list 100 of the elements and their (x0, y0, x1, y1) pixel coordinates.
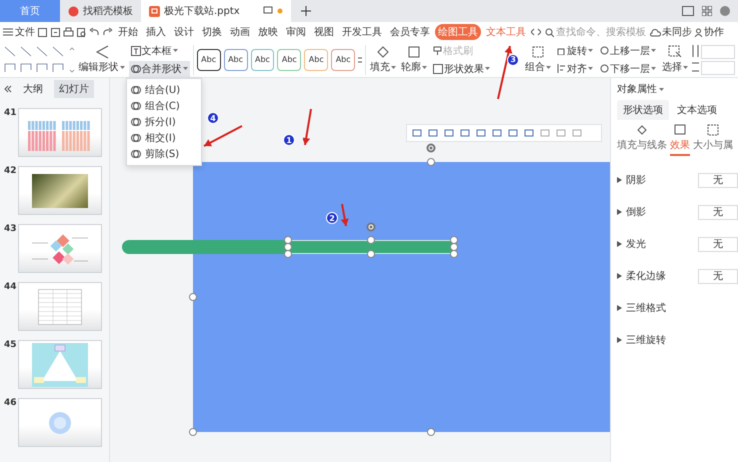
group-button[interactable]: 组合 (524, 45, 552, 74)
property-label[interactable]: 倒影 (626, 205, 694, 219)
file-menu[interactable]: 文件 (15, 25, 35, 39)
outline-button[interactable]: 轮廓 (400, 45, 428, 74)
rotate-handle-icon[interactable] (426, 143, 436, 153)
menu-tab[interactable]: 动画 (227, 24, 253, 40)
annotation-arrow (204, 125, 242, 147)
resize-handle-icon[interactable] (189, 428, 197, 436)
height-field[interactable] (701, 44, 735, 58)
menu-item[interactable]: 结合(U) (127, 82, 201, 98)
property-label[interactable]: 阴影 (626, 173, 694, 187)
glowing-circle-drawing (48, 410, 72, 434)
plus-icon (301, 6, 311, 16)
shape-style-swatch[interactable]: Abc (331, 48, 356, 70)
property-dropdown[interactable]: 无 (698, 268, 738, 284)
menu-tab[interactable]: 开始 (115, 24, 141, 40)
menu-item[interactable]: 组合(C) (127, 98, 201, 114)
property-label[interactable]: 发光 (626, 237, 694, 251)
caret-icon (588, 49, 593, 52)
slide-number: 44 (4, 282, 14, 294)
property-label[interactable]: 三维格式 (626, 301, 738, 315)
property-tab[interactable]: 大小与属 (693, 124, 733, 156)
bring-forward-button[interactable]: 上移一层 (598, 42, 658, 58)
photo-placeholder (32, 174, 88, 208)
step-marker: 3 (507, 54, 520, 66)
expand-arrow-icon (617, 209, 622, 215)
expand-arrow-icon (617, 177, 622, 183)
triangle-diagram-drawing (32, 342, 88, 386)
expand-arrow-icon (617, 273, 622, 279)
shape-effects-button[interactable]: 形状效果 (431, 60, 492, 76)
paint-bucket-icon (376, 45, 390, 59)
step-marker: 1 (283, 134, 295, 146)
slide-thumbnail[interactable] (18, 282, 102, 331)
slide-thumbnail[interactable] (18, 166, 102, 215)
height-icon (692, 44, 699, 56)
property-tab[interactable]: 填充与线条 (617, 124, 667, 156)
menu-item[interactable]: 拆分(I) (127, 114, 201, 130)
property-dropdown[interactable]: 无 (698, 204, 738, 220)
property-label[interactable]: 柔化边缘 (626, 269, 694, 283)
width-field[interactable] (701, 60, 735, 74)
property-label[interactable]: 三维旋转 (626, 333, 738, 347)
shape-effects-icon (433, 64, 444, 74)
menu-tab[interactable]: 插入 (143, 24, 169, 40)
menu-tab[interactable]: 设计 (171, 24, 197, 40)
outline-icon (407, 45, 422, 59)
options-tab[interactable]: 形状选项 (617, 100, 669, 120)
menu-tab[interactable]: 开发工具 (339, 24, 385, 40)
merge-shapes-button[interactable]: 合并形状 (128, 60, 190, 76)
avatar-icon (720, 6, 730, 16)
property-tab[interactable]: 效果 (670, 124, 690, 156)
panel-tab[interactable]: 幻灯片 (54, 80, 94, 98)
fill-button[interactable]: 填充 (369, 45, 398, 74)
size-icon (707, 124, 719, 136)
menu-tab[interactable]: 视图 (311, 24, 337, 40)
caret-icon (172, 49, 178, 52)
caret-icon (422, 66, 428, 68)
document-tab[interactable]: 极光下载站.pptx (141, 0, 291, 22)
resize-handle-icon[interactable] (427, 428, 435, 436)
caret-icon (485, 67, 490, 70)
slide-thumbnail[interactable] (18, 108, 102, 157)
collaborate-button[interactable]: 协作 (694, 25, 724, 39)
property-dropdown[interactable]: 无 (698, 236, 738, 252)
unsaved-dot-icon (277, 8, 283, 14)
paint-bucket-icon (636, 124, 648, 136)
rotate-button[interactable]: 旋转 (555, 42, 595, 58)
annotation-arrow (497, 45, 512, 99)
caret-icon (588, 67, 593, 70)
options-tab[interactable]: 文本选项 (671, 100, 723, 120)
send-backward-button[interactable]: 下移一层 (598, 60, 658, 76)
line-shapes-gallery[interactable] (3, 44, 75, 76)
edit-shape-button[interactable]: 编辑形状 (78, 45, 126, 74)
menu-item[interactable]: 剪除(S) (127, 146, 201, 162)
menu-tab[interactable]: 审阅 (283, 24, 309, 40)
shape-style-swatch[interactable]: Abc (196, 48, 221, 70)
menu-tab[interactable]: 放映 (255, 24, 281, 40)
sync-button[interactable]: 未同步 (650, 25, 692, 39)
save-icon (37, 26, 48, 38)
shape-style-swatch[interactable]: Abc (250, 48, 274, 70)
menu-item[interactable]: 相交(I) (127, 130, 201, 146)
select-button[interactable]: 选择 (661, 45, 689, 74)
expand-arrow-icon (617, 305, 622, 311)
shape-style-swatch[interactable]: Abc (277, 48, 302, 70)
menu-tab[interactable]: 切换 (199, 24, 225, 40)
more-icon (358, 54, 362, 64)
panel-tab[interactable]: 大纲 (18, 80, 48, 98)
resize-handle-icon[interactable] (427, 158, 435, 166)
slide-thumbnail[interactable] (18, 224, 102, 273)
align-button[interactable]: 对齐 (555, 60, 595, 76)
text-box-button[interactable]: 文本框 (128, 42, 190, 58)
rotate-handle-icon[interactable] (366, 222, 376, 232)
caret-icon (651, 49, 656, 52)
menu-tab[interactable]: 会员专享 (387, 24, 433, 40)
slide-thumbnail[interactable] (18, 340, 102, 389)
slide-thumbnail[interactable] (18, 398, 102, 447)
property-dropdown[interactable]: 无 (698, 172, 738, 188)
shape-style-swatch[interactable]: Abc (224, 48, 248, 70)
resize-handle-icon[interactable] (189, 293, 197, 301)
shape-style-swatch[interactable]: Abc (304, 48, 328, 70)
align-icon (557, 64, 566, 73)
panel-title[interactable]: 对象属性 (617, 82, 738, 96)
